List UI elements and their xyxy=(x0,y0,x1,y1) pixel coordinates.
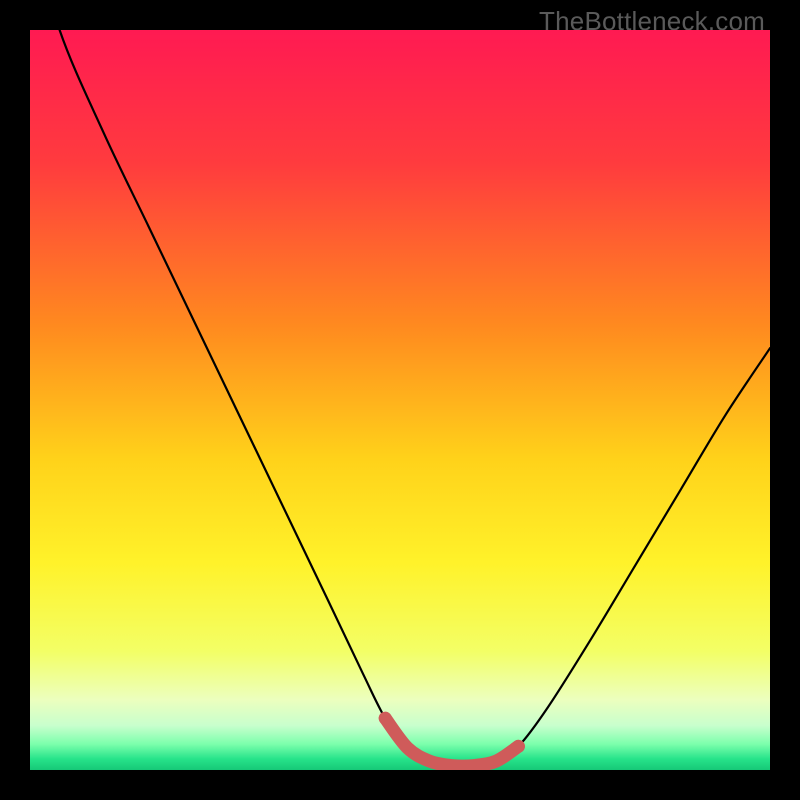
bottleneck-curve xyxy=(30,30,770,766)
chart-frame: TheBottleneck.com xyxy=(0,0,800,800)
optimal-range-marker xyxy=(385,718,518,766)
optimal-range-end-dot xyxy=(512,740,525,753)
plot-area xyxy=(30,30,770,770)
bottleneck-curve-svg xyxy=(30,30,770,770)
optimal-range-start-dot xyxy=(379,712,392,725)
